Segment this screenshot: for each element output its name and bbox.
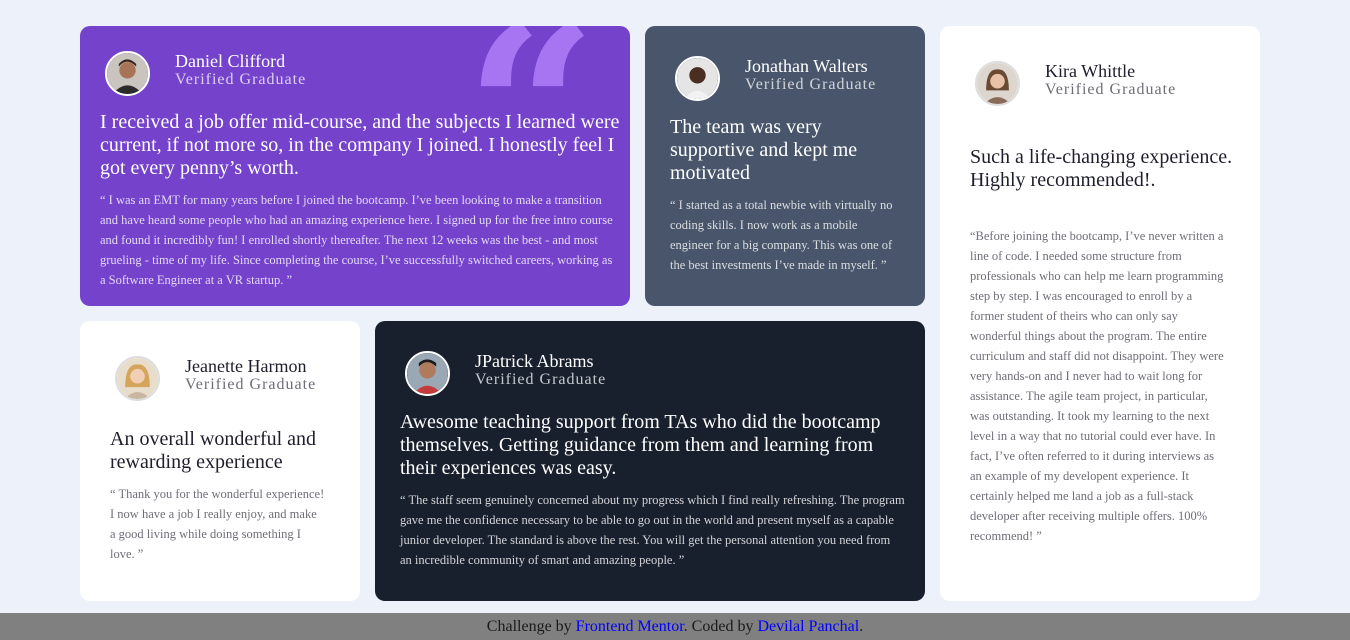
avatar (115, 356, 160, 401)
testimonial-headline: The team was very supportive and kept me… (670, 116, 858, 184)
person-role: Verified Graduate (745, 76, 877, 93)
testimonial-card-kira: Kira Whittle Verified Graduate Such a li… (940, 26, 1260, 601)
frontend-mentor-link[interactable]: Frontend Mentor (576, 618, 684, 635)
testimonial-body: “ The staff seem genuinely concerned abo… (400, 493, 905, 567)
testimonial-person: Jonathan Walters Verified Graduate (675, 56, 876, 101)
testimonial-person: Jeanette Harmon Verified Graduate (115, 356, 320, 401)
testimonial-card-jpatrick: JPatrick Abrams Verified Graduate Awesom… (375, 321, 925, 601)
testimonial-headline: Such a life-changing experience. Highly … (970, 146, 1233, 191)
testimonial-card-jeanette: Jeanette Harmon Verified Graduate An ove… (80, 321, 360, 601)
avatar (675, 56, 720, 101)
person-role: Verified Graduate (185, 376, 317, 393)
attribution-middle: . Coded by (683, 618, 758, 635)
person-name: Daniel Clifford (175, 51, 286, 71)
testimonial-headline: Awesome teaching support from TAs who di… (400, 411, 881, 479)
author-link[interactable]: Devilal Panchal (757, 618, 859, 635)
testimonial-card-jonathan: Jonathan Walters Verified Graduate The t… (645, 26, 925, 306)
person-role: Verified Graduate (475, 371, 607, 388)
person-name: Jeanette Harmon (185, 356, 307, 376)
testimonial-body: “Before joining the bootcamp, I’ve never… (970, 229, 1224, 543)
testimonial-person: Daniel Clifford Verified Graduate (105, 51, 306, 96)
testimonial-body: “ Thank you for the wonderful experience… (110, 487, 325, 561)
avatar (405, 351, 450, 396)
person-role: Verified Graduate (175, 71, 307, 88)
avatar (105, 51, 150, 96)
person-role: Verified Graduate (1045, 81, 1177, 98)
attribution-prefix: Challenge by (486, 618, 576, 635)
testimonial-person: Kira Whittle Verified Graduate (975, 61, 1176, 106)
person-name: Jonathan Walters (745, 56, 868, 76)
person-name: Kira Whittle (1045, 61, 1136, 81)
testimonial-body: “ I was an EMT for many years before I j… (100, 193, 613, 287)
testimonial-person: JPatrick Abrams Verified Graduate (405, 351, 606, 396)
testimonial-card-daniel: “ Daniel Clifford Verified Graduate I re… (80, 26, 630, 306)
testimonial-headline: An overall wonderful and rewarding exper… (110, 428, 317, 473)
testimonial-headline: I received a job offer mid-course, and t… (100, 111, 620, 179)
person-name: JPatrick Abrams (475, 351, 594, 371)
testimonial-body: “ I started as a total newbie with virtu… (670, 198, 893, 272)
attribution-footer: Challenge by Frontend Mentor. Coded by D… (0, 613, 1350, 640)
attribution-suffix: . (859, 618, 864, 635)
avatar (975, 61, 1020, 106)
